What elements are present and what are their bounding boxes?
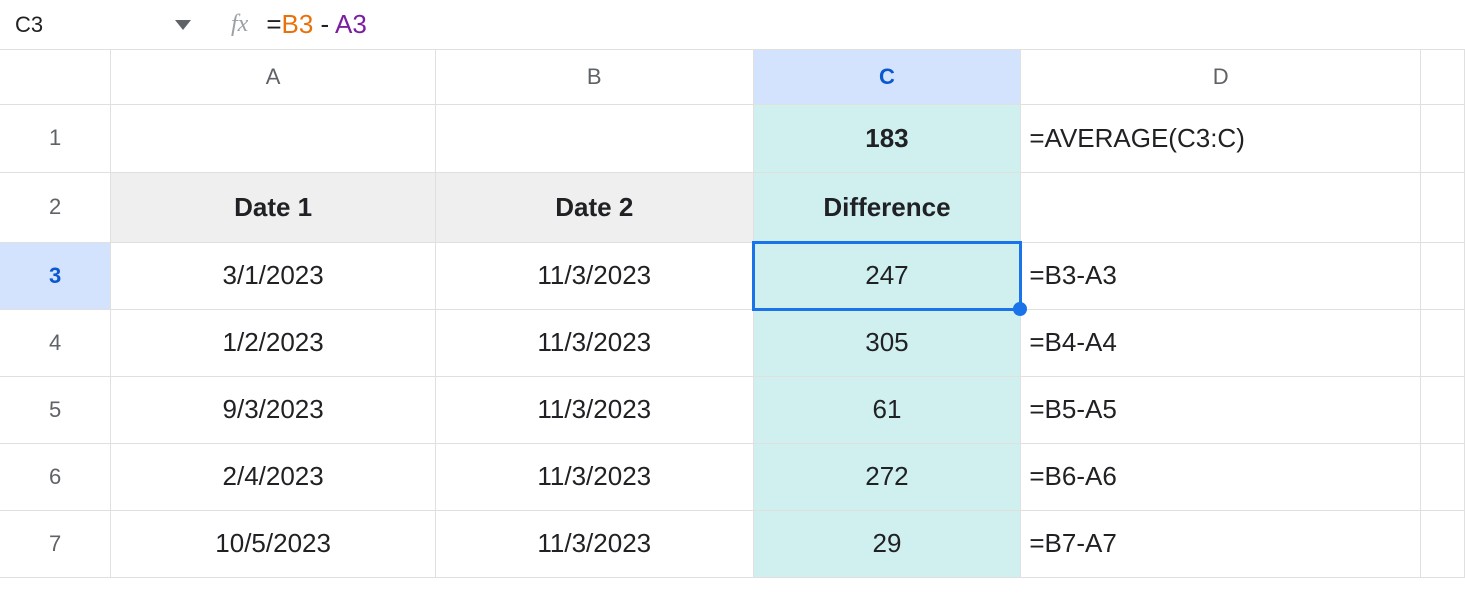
fx-icon: fx	[231, 11, 248, 38]
cell-B1[interactable]	[435, 104, 753, 172]
cell-B5[interactable]: 11/3/2023	[435, 376, 753, 443]
col-header-E[interactable]	[1421, 50, 1465, 104]
cell-A4[interactable]: 1/2/2023	[111, 309, 436, 376]
cell-C3[interactable]: 247	[753, 242, 1021, 309]
cell-E3[interactable]	[1421, 242, 1465, 309]
select-all-corner[interactable]	[0, 50, 111, 104]
spreadsheet-grid: A B C D 1 183 =AVERAGE(C3:C) 2 Date 1 Da…	[0, 50, 1465, 578]
cell-B4[interactable]: 11/3/2023	[435, 309, 753, 376]
cell-C5[interactable]: 61	[753, 376, 1021, 443]
cell-E5[interactable]	[1421, 376, 1465, 443]
col-header-A[interactable]: A	[111, 50, 436, 104]
cell-C2[interactable]: Difference	[753, 172, 1021, 242]
cell-A5[interactable]: 9/3/2023	[111, 376, 436, 443]
cell-D5[interactable]: =B5-A5	[1021, 376, 1421, 443]
formula-ref-b3: B3	[282, 9, 314, 39]
row-header-2[interactable]: 2	[0, 172, 111, 242]
col-header-D[interactable]: D	[1021, 50, 1421, 104]
cell-D7[interactable]: =B7-A7	[1021, 510, 1421, 577]
cell-A6[interactable]: 2/4/2023	[111, 443, 436, 510]
cell-E4[interactable]	[1421, 309, 1465, 376]
cell-D4[interactable]: =B4-A4	[1021, 309, 1421, 376]
formula-equals: =	[266, 9, 281, 39]
name-box[interactable]: C3	[10, 12, 135, 38]
col-header-B[interactable]: B	[435, 50, 753, 104]
cell-B3[interactable]: 11/3/2023	[435, 242, 753, 309]
cell-B7[interactable]: 11/3/2023	[435, 510, 753, 577]
cell-D2[interactable]	[1021, 172, 1421, 242]
cell-E1[interactable]	[1421, 104, 1465, 172]
col-header-C[interactable]: C	[753, 50, 1021, 104]
formula-input[interactable]: =B3 - A3	[266, 9, 366, 40]
cell-C4[interactable]: 305	[753, 309, 1021, 376]
row-header-1[interactable]: 1	[0, 104, 111, 172]
row-header-5[interactable]: 5	[0, 376, 111, 443]
cell-E2[interactable]	[1421, 172, 1465, 242]
formula-bar: C3 fx =B3 - A3	[0, 0, 1465, 50]
cell-C1[interactable]: 183	[753, 104, 1021, 172]
name-box-dropdown-icon[interactable]	[175, 20, 191, 30]
cell-B6[interactable]: 11/3/2023	[435, 443, 753, 510]
cell-E7[interactable]	[1421, 510, 1465, 577]
row-header-4[interactable]: 4	[0, 309, 111, 376]
cell-C7[interactable]: 29	[753, 510, 1021, 577]
cell-D3[interactable]: =B3-A3	[1021, 242, 1421, 309]
cell-D6[interactable]: =B6-A6	[1021, 443, 1421, 510]
row-header-7[interactable]: 7	[0, 510, 111, 577]
formula-operator: -	[313, 9, 335, 39]
cell-D1[interactable]: =AVERAGE(C3:C)	[1021, 104, 1421, 172]
cell-C3-value: 247	[865, 260, 908, 290]
cell-E6[interactable]	[1421, 443, 1465, 510]
cell-A7[interactable]: 10/5/2023	[111, 510, 436, 577]
row-header-3[interactable]: 3	[0, 242, 111, 309]
cell-A1[interactable]	[111, 104, 436, 172]
cell-A2[interactable]: Date 1	[111, 172, 436, 242]
fill-handle[interactable]	[1013, 302, 1027, 316]
cell-C6[interactable]: 272	[753, 443, 1021, 510]
cell-A3[interactable]: 3/1/2023	[111, 242, 436, 309]
row-header-6[interactable]: 6	[0, 443, 111, 510]
cell-B2[interactable]: Date 2	[435, 172, 753, 242]
formula-ref-a3: A3	[335, 9, 367, 39]
